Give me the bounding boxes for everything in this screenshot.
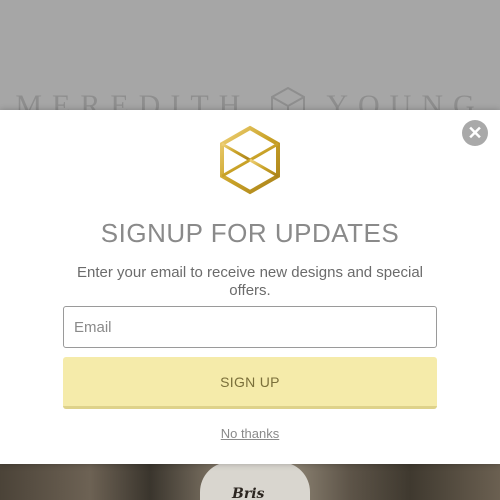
close-icon: ✕: [467, 123, 483, 143]
background-photo-label: Bris: [232, 486, 265, 500]
signup-button[interactable]: SIGN UP: [63, 357, 437, 409]
email-field[interactable]: [63, 306, 437, 348]
no-thanks-container: No thanks: [0, 426, 500, 441]
modal-subtitle: Enter your email to receive new designs …: [76, 264, 424, 299]
no-thanks-link[interactable]: No thanks: [221, 426, 280, 441]
hexagon-cube-logo-icon: [220, 125, 280, 195]
close-button[interactable]: ✕: [462, 120, 488, 146]
modal-title: SIGNUP FOR UPDATES: [100, 218, 400, 248]
